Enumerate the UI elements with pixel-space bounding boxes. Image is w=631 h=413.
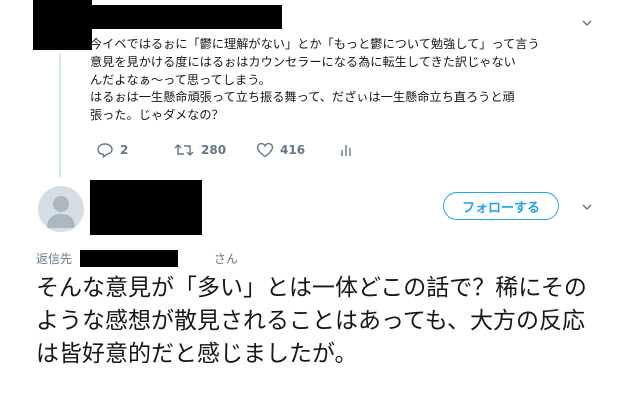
like-count: 416 — [280, 143, 306, 157]
chevron-down-icon[interactable] — [580, 200, 594, 214]
avatar[interactable] — [38, 186, 84, 232]
retweet-icon — [174, 144, 194, 156]
reply-action[interactable]: 2 — [96, 142, 128, 158]
redacted-name-prev — [92, 5, 282, 29]
reply-icon — [97, 143, 113, 158]
reply-to: 返信先 さん — [36, 250, 238, 267]
retweet-action[interactable]: 280 — [173, 142, 226, 158]
tweet-text: 今イベではるぉに「鬱に理解がない」とか「もっと鬱について勉強して」って言う 意見… — [90, 37, 540, 123]
reply-count: 2 — [120, 143, 129, 157]
redacted-avatar-prev — [33, 0, 92, 50]
follow-button[interactable]: フォローする — [443, 192, 559, 220]
redacted-name-reply — [90, 180, 202, 235]
redacted-reply-to-handle[interactable] — [80, 250, 178, 267]
thread-line — [59, 54, 61, 177]
like-action[interactable]: 416 — [256, 142, 305, 158]
reply-text: そんな意見が「多い」とは一体どこの話で？稀にそのような感想が散見されることはあっ… — [36, 275, 587, 367]
like-icon — [256, 142, 274, 158]
analytics-icon — [341, 145, 351, 156]
analytics-action[interactable] — [339, 142, 353, 158]
reply-to-suffix: さん — [214, 252, 239, 266]
retweet-count: 280 — [201, 143, 227, 157]
default-avatar-icon — [47, 196, 75, 228]
reply-to-prefix: 返信先 — [36, 252, 73, 266]
chevron-down-icon[interactable] — [580, 16, 594, 30]
